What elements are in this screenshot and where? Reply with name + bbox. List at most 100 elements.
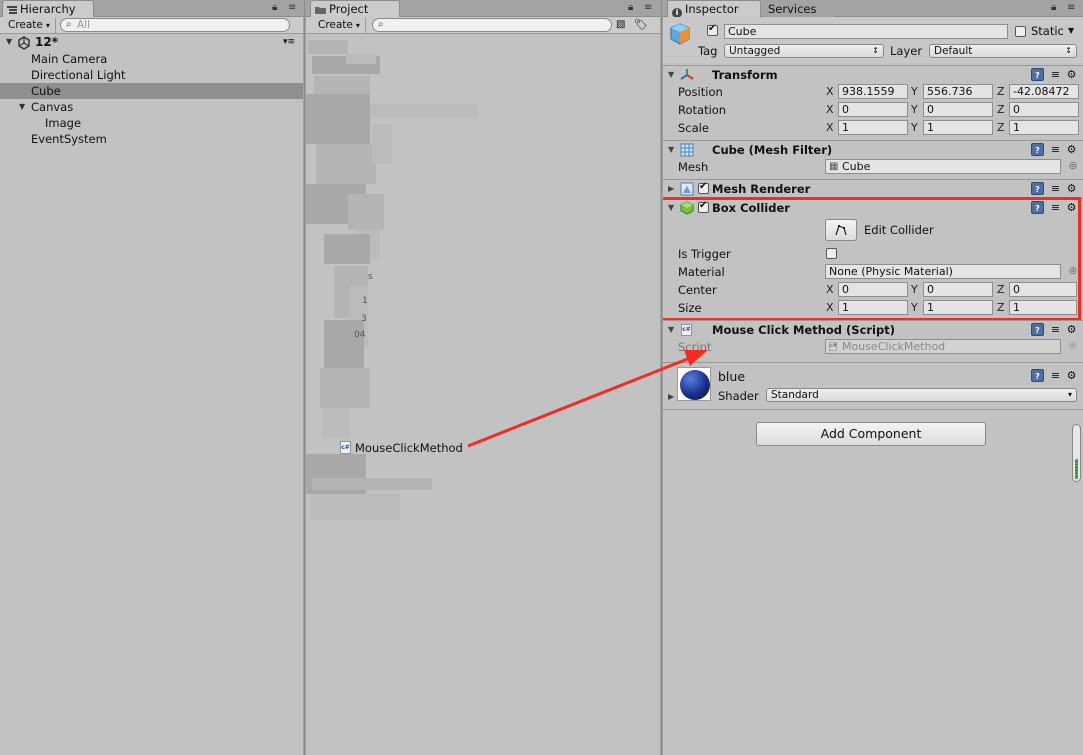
fold-open-icon[interactable]: ▼ — [6, 34, 12, 50]
preset-sliders-icon[interactable]: ≡ — [1049, 143, 1062, 156]
fold-open-icon[interactable]: ▼ — [668, 145, 674, 154]
preset-sliders-icon[interactable]: ≡ — [1049, 182, 1062, 195]
divider — [663, 362, 1083, 363]
hierarchy-item-eventsystem[interactable]: EventSystem — [0, 131, 304, 147]
transform-header[interactable]: ▼ Transform ? ≡ ⚙ — [663, 65, 1083, 84]
object-picker-icon[interactable]: ◎ — [1069, 161, 1077, 171]
menu-icon[interactable]: ≡ — [288, 3, 296, 13]
filter-by-type-icon[interactable]: ▧ — [616, 19, 625, 30]
tag-label: Tag — [698, 44, 718, 58]
highlight-box — [663, 197, 1081, 321]
axis-y-label: Y — [911, 103, 918, 116]
tab-hierarchy[interactable]: Hierarchy — [2, 0, 94, 17]
gear-icon[interactable]: ⚙ — [1065, 369, 1078, 382]
hierarchy-item-label: Cube — [31, 84, 61, 98]
scale-x-field[interactable]: 1 — [838, 120, 908, 135]
gear-icon[interactable]: ⚙ — [1065, 143, 1078, 156]
blurred-asset-list: s 1 3 04 — [306, 34, 506, 534]
lock-icon[interactable]: 🔒︎ — [1051, 3, 1056, 13]
search-input[interactable]: ⌕ — [372, 18, 612, 32]
mesh-filter-header[interactable]: ▼ Cube (Mesh Filter) ? ≡ ⚙ — [663, 140, 1083, 159]
menu-icon[interactable]: ≡ — [1067, 3, 1075, 13]
project-item-label: MouseClickMethod — [355, 441, 463, 455]
help-book-icon[interactable]: ? — [1031, 323, 1044, 336]
component-header-icons: ? ≡ ⚙ — [1031, 68, 1079, 82]
position-x-field[interactable]: 938.1559 — [838, 84, 908, 99]
scene-menu-icon[interactable]: ▾≡ — [283, 34, 295, 50]
tab-project[interactable]: Project — [310, 0, 400, 17]
scale-y-field[interactable]: 1 — [923, 120, 993, 135]
static-label: Static — [1031, 24, 1064, 38]
layer-dropdown[interactable]: Default ↕ — [929, 44, 1077, 58]
hierarchy-tabbar: Hierarchy 🔒︎ ≡ — [0, 0, 304, 17]
help-book-icon[interactable]: ? — [1031, 369, 1044, 382]
cs-script-icon: c# — [681, 324, 692, 336]
static-dropdown-icon[interactable]: ▼ — [1068, 26, 1074, 35]
tab-inspector[interactable]: i Inspector — [667, 0, 761, 18]
hierarchy-item-canvas[interactable]: ▼ Canvas — [0, 99, 304, 115]
active-checkbox[interactable] — [707, 23, 718, 36]
lock-icon[interactable]: 🔒︎ — [628, 3, 633, 13]
fold-closed-icon[interactable]: ▶ — [668, 184, 674, 193]
material-name: blue — [718, 369, 746, 384]
fold-open-icon[interactable]: ▼ — [668, 70, 674, 79]
tab-services[interactable]: Services — [763, 0, 835, 17]
hierarchy-item-main-camera[interactable]: Main Camera — [0, 51, 304, 67]
create-button[interactable]: Create ▾ — [4, 18, 56, 33]
position-y-field[interactable]: 556.736 — [923, 84, 993, 99]
tab-project-label: Project — [329, 2, 369, 16]
axis-z-label: Z — [997, 121, 1005, 134]
search-input[interactable]: ⌕ All — [60, 18, 290, 32]
mesh-renderer-enabled-checkbox[interactable] — [698, 181, 709, 194]
position-z-field[interactable]: -42.08472 — [1009, 84, 1079, 99]
hierarchy-item-label: EventSystem — [31, 132, 107, 146]
hierarchy-item-label: Canvas — [31, 100, 74, 114]
mesh-object-field[interactable]: ▦ Cube — [825, 159, 1061, 174]
shader-value: Standard — [771, 389, 819, 401]
inspector-tabbar: i Inspector Services 🔒︎ ≡ — [663, 0, 1083, 18]
search-icon: ⌕ — [66, 19, 72, 30]
gear-icon[interactable]: ⚙ — [1065, 68, 1078, 81]
caret-down-icon: ▾ — [355, 21, 360, 30]
rotation-y-field[interactable]: 0 — [923, 102, 993, 117]
rotation-z-field[interactable]: 0 — [1009, 102, 1079, 117]
script-value: MouseClickMethod — [842, 340, 946, 353]
hierarchy-item-image[interactable]: Image — [0, 115, 304, 131]
filter-by-label-icon[interactable]: 🏷︎ — [634, 18, 648, 31]
fold-open-icon[interactable]: ▼ — [19, 99, 25, 115]
script-component-header[interactable]: ▼ c# Mouse Click Method (Script) ? ≡ ⚙ — [663, 320, 1083, 339]
preset-sliders-icon[interactable]: ≡ — [1049, 323, 1062, 336]
help-book-icon[interactable]: ? — [1031, 143, 1044, 156]
preset-sliders-icon[interactable]: ≡ — [1049, 369, 1062, 382]
fold-closed-icon[interactable]: ▶ — [668, 392, 674, 401]
axis-x-label: X — [826, 103, 834, 116]
gear-icon[interactable]: ⚙ — [1065, 182, 1078, 195]
create-label: Create — [318, 19, 353, 31]
help-book-icon[interactable]: ? — [1031, 182, 1044, 195]
rotation-x-field[interactable]: 0 — [838, 102, 908, 117]
menu-icon[interactable]: ≡ — [644, 3, 652, 13]
help-book-icon[interactable]: ? — [1031, 68, 1044, 81]
fold-open-icon[interactable]: ▼ — [668, 325, 674, 334]
scrollbar-thumb[interactable] — [1075, 459, 1078, 479]
create-button[interactable]: Create ▾ — [314, 18, 366, 33]
static-checkbox[interactable] — [1015, 26, 1026, 37]
hierarchy-item-directional-light[interactable]: Directional Light — [0, 67, 304, 83]
transform-icon — [680, 68, 694, 85]
tab-hierarchy-label: Hierarchy — [20, 2, 76, 16]
preset-sliders-icon[interactable]: ≡ — [1049, 68, 1062, 81]
scale-z-field[interactable]: 1 — [1009, 120, 1079, 135]
shader-dropdown[interactable]: Standard ▾ — [766, 388, 1077, 402]
hierarchy-item-cube[interactable]: Cube — [0, 83, 304, 99]
object-name-input[interactable]: Cube — [724, 24, 1008, 39]
add-component-button[interactable]: Add Component — [756, 422, 986, 446]
tab-inspector-label: Inspector — [685, 2, 739, 16]
tag-dropdown[interactable]: Untagged ↕ — [724, 44, 884, 58]
position-label: Position — [678, 85, 723, 99]
lock-icon[interactable]: 🔒︎ — [272, 3, 277, 13]
project-item-mouseclickmethod[interactable]: c# MouseClickMethod — [340, 440, 480, 456]
gear-icon[interactable]: ⚙ — [1065, 323, 1078, 336]
scene-header[interactable]: ▼ 12* ▾≡ — [0, 34, 304, 52]
mesh-renderer-header[interactable]: ▶ Mesh Renderer ? ≡ ⚙ — [663, 179, 1083, 198]
scrollbar[interactable] — [1072, 424, 1081, 482]
